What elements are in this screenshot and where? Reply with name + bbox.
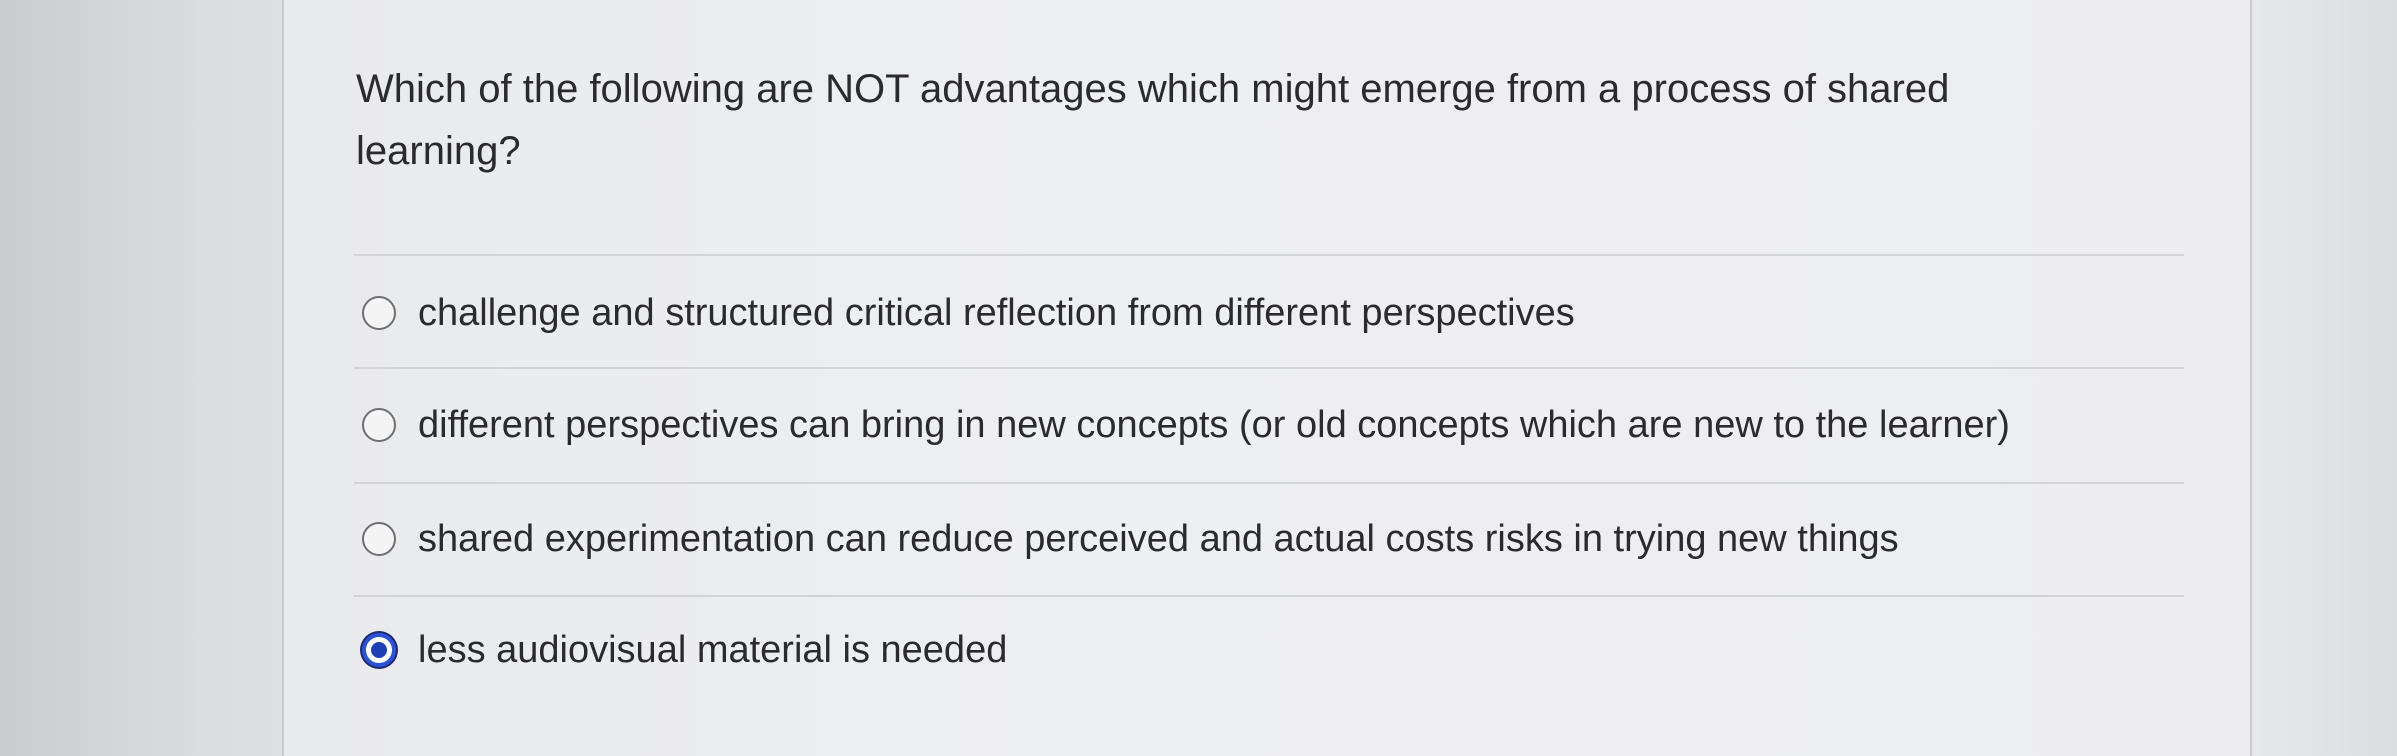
radio-button-icon[interactable] [362,522,396,556]
page-margin-left [0,0,282,756]
answer-option-3[interactable]: shared experimentation can reduce percei… [362,509,1899,569]
radio-button-icon[interactable] [362,296,396,330]
answer-option-4[interactable]: less audiovisual material is needed [362,620,1007,680]
page-margin-right [2252,0,2397,756]
question-text: Which of the following are NOT advantage… [356,67,1950,173]
answer-option-label: challenge and structured critical reflec… [418,291,1575,334]
answer-option-1[interactable]: challenge and structured critical reflec… [362,283,1575,343]
answer-option-label: less audiovisual material is needed [418,628,1008,671]
question-card: Which of the following are NOT advantage… [282,0,2252,756]
divider [354,595,2184,597]
answer-option-2[interactable]: different perspectives can bring in new … [362,395,2010,455]
divider [354,367,2184,369]
divider [354,482,2184,484]
answer-option-label: shared experimentation can reduce percei… [418,517,1899,560]
radio-button-icon[interactable] [362,408,396,442]
answer-option-label: different perspectives can bring in new … [418,403,2010,446]
radio-button-selected-icon[interactable] [362,633,396,667]
divider [354,254,2184,256]
